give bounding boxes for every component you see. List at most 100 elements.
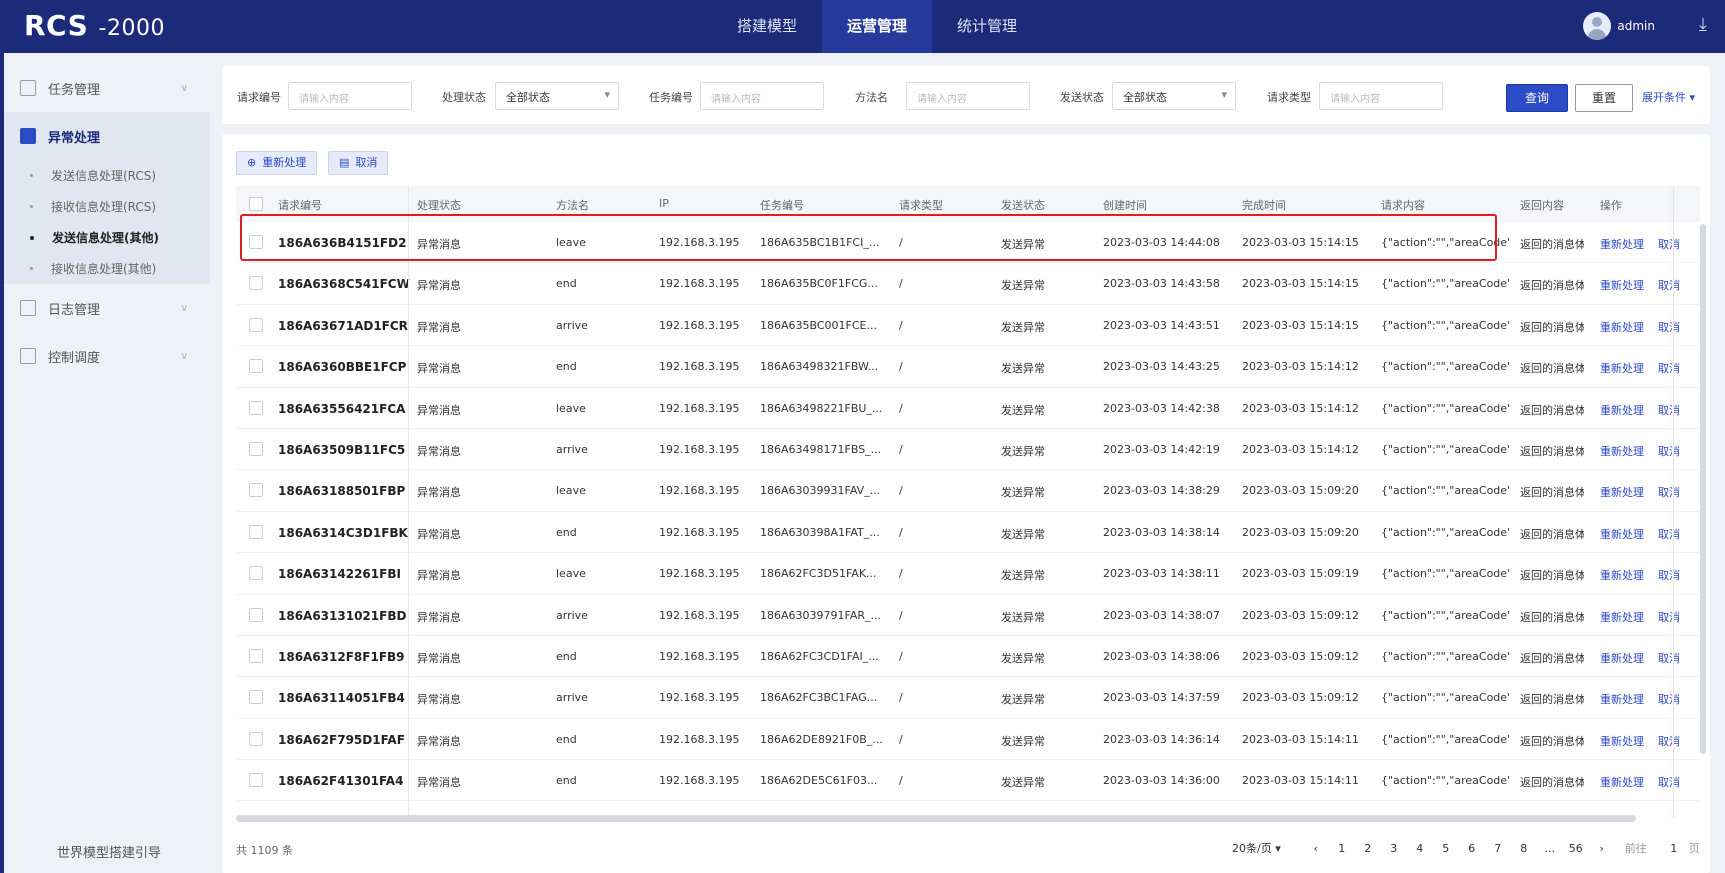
nav-tab-statistics[interactable]: 统计管理 — [932, 0, 1042, 53]
table-row[interactable]: 186A6312F8F1FB9 异常消息 end 192.168.3.195 186A6… — [236, 636, 1700, 678]
table-row[interactable]: 186A63671AD1FCR 异常消息 arrive 192.168.3.195 18… — [236, 305, 1700, 347]
task-no-input[interactable]: 请输入内容 — [700, 82, 824, 110]
row-reprocess-link[interactable]: 重新处理 — [1600, 650, 1644, 666]
row-checkbox[interactable] — [249, 566, 263, 581]
nav-tab-operations[interactable]: 运营管理 — [822, 0, 932, 53]
row-cancel-link[interactable]: 取消 — [1658, 236, 1680, 252]
row-reprocess-link[interactable]: 重新处理 — [1600, 402, 1644, 418]
row-cancel-link[interactable]: 取消 — [1658, 567, 1680, 583]
table-row[interactable]: 186A63131021FBD 异常消息 arrive 192.168.3.195 18… — [236, 595, 1700, 636]
row-cancel-link[interactable]: 取消 — [1658, 650, 1680, 666]
row-reprocess-link[interactable]: 重新处理 — [1600, 319, 1644, 335]
row-checkbox[interactable] — [249, 773, 263, 788]
row-cancel-link[interactable]: 取消 — [1658, 277, 1680, 293]
row-cancel-link[interactable]: 取消 — [1658, 691, 1680, 707]
col-finished-time[interactable]: 完成时间 — [1242, 197, 1286, 213]
table-row[interactable]: 186A6368C541FCW 异常消息 end 192.168.3.195 186A6… — [236, 263, 1700, 305]
page-5[interactable]: 5 — [1433, 842, 1459, 855]
col-send-status[interactable]: 发送状态 — [1001, 197, 1045, 213]
request-no-input[interactable]: 请输入内容 — [288, 82, 412, 110]
expand-filters-link[interactable]: 展开条件 ▾ — [1642, 89, 1695, 105]
batch-reprocess-button[interactable]: ⊕ 重新处理 — [236, 151, 318, 175]
table-row[interactable]: 186A63556421FCA 异常消息 leave 192.168.3.195 186… — [236, 388, 1700, 429]
batch-cancel-button[interactable]: ▤ 取消 — [328, 151, 389, 175]
row-reprocess-link[interactable]: 重新处理 — [1600, 774, 1644, 790]
row-cancel-link[interactable]: 取消 — [1658, 774, 1680, 790]
status-select[interactable]: 全部状态 — [495, 82, 619, 110]
table-row[interactable]: 186A6360BBE1FCP 异常消息 end 192.168.3.195 186A6… — [236, 346, 1700, 388]
page-4[interactable]: 4 — [1407, 842, 1433, 855]
sidebar-item-task-management[interactable]: 任务管理 ∨ — [4, 64, 210, 112]
col-request-no[interactable]: 请求编号 — [278, 197, 322, 213]
col-status[interactable]: 处理状态 — [417, 197, 461, 213]
goto-page-input[interactable]: 1 — [1659, 842, 1689, 855]
next-page-icon[interactable]: › — [1589, 842, 1615, 855]
row-reprocess-link[interactable]: 重新处理 — [1600, 733, 1644, 749]
page-size-select[interactable]: 20条/页 ▾ — [1232, 840, 1281, 856]
page-7[interactable]: 7 — [1485, 842, 1511, 855]
page-ellipsis[interactable]: ... — [1537, 842, 1563, 855]
select-all-checkbox[interactable] — [249, 197, 263, 211]
row-cancel-link[interactable]: 取消 — [1658, 402, 1680, 418]
row-cancel-link[interactable]: 取消 — [1658, 733, 1680, 749]
sidebar-subitem-receive-other[interactable]: 接收信息处理(其他) — [4, 253, 210, 284]
row-cancel-link[interactable]: 取消 — [1658, 526, 1680, 542]
row-checkbox[interactable] — [249, 441, 263, 456]
sidebar-subitem-receive-rcs[interactable]: 接收信息处理(RCS) — [4, 191, 210, 222]
sidebar-subitem-send-other[interactable]: 发送信息处理(其他) — [4, 222, 210, 253]
page-56[interactable]: 56 — [1563, 842, 1589, 855]
row-cancel-link[interactable]: 取消 — [1658, 319, 1680, 335]
method-input[interactable]: 请输入内容 — [906, 82, 1030, 110]
sidebar-item-log-management[interactable]: 日志管理 ∨ — [4, 284, 210, 332]
row-reprocess-link[interactable]: 重新处理 — [1600, 609, 1644, 625]
row-cancel-link[interactable]: 取消 — [1658, 443, 1680, 459]
row-reprocess-link[interactable]: 重新处理 — [1600, 236, 1644, 252]
col-response-content[interactable]: 返回内容 — [1520, 197, 1564, 213]
table-row[interactable]: 186A62F41301FA4 异常消息 end 192.168.3.195 186A6… — [236, 760, 1700, 802]
table-row[interactable]: 186A62F795D1FAF 异常消息 end 192.168.3.195 186A6… — [236, 719, 1700, 761]
col-task-no[interactable]: 任务编号 — [760, 197, 804, 213]
row-checkbox[interactable] — [249, 731, 263, 746]
row-checkbox[interactable] — [249, 648, 263, 663]
user-menu[interactable]: admin — [1583, 12, 1655, 40]
send-status-select[interactable]: 全部状态 — [1112, 82, 1236, 110]
page-1[interactable]: 1 — [1329, 842, 1355, 855]
page-8[interactable]: 8 — [1511, 842, 1537, 855]
sidebar-subitem-send-rcs[interactable]: 发送信息处理(RCS) — [4, 160, 210, 191]
table-row[interactable]: 186A6314C3D1FBK 异常消息 end 192.168.3.195 186A6… — [236, 512, 1700, 554]
row-checkbox[interactable] — [249, 359, 263, 374]
row-checkbox[interactable] — [249, 607, 263, 622]
download-icon[interactable]: ⤓ — [1699, 14, 1707, 35]
col-created-time[interactable]: 创建时间 — [1103, 197, 1147, 213]
row-reprocess-link[interactable]: 重新处理 — [1600, 360, 1644, 376]
row-reprocess-link[interactable]: 重新处理 — [1600, 567, 1644, 583]
vertical-scrollbar[interactable] — [1700, 224, 1706, 754]
table-row[interactable]: 186A63114051FB4 异常消息 arrive 192.168.3.195 18… — [236, 677, 1700, 719]
row-checkbox[interactable] — [249, 276, 263, 291]
row-checkbox[interactable] — [249, 400, 263, 415]
page-6[interactable]: 6 — [1459, 842, 1485, 855]
row-cancel-link[interactable]: 取消 — [1658, 484, 1680, 500]
table-row[interactable]: 186A63509B11FC5 异常消息 arrive 192.168.3.195 18… — [236, 429, 1700, 471]
row-reprocess-link[interactable]: 重新处理 — [1600, 691, 1644, 707]
row-reprocess-link[interactable]: 重新处理 — [1600, 443, 1644, 459]
row-checkbox[interactable] — [249, 317, 263, 332]
row-checkbox[interactable] — [249, 524, 263, 539]
horizontal-scrollbar[interactable] — [236, 815, 1636, 822]
col-ip[interactable]: IP — [659, 197, 669, 210]
row-checkbox[interactable] — [249, 690, 263, 705]
col-method[interactable]: 方法名 — [556, 197, 589, 213]
table-row[interactable]: 186A63188501FBP 异常消息 leave 192.168.3.195 186… — [236, 470, 1700, 512]
row-reprocess-link[interactable]: 重新处理 — [1600, 526, 1644, 542]
request-type-input[interactable]: 请输入内容 — [1319, 82, 1443, 110]
row-checkbox[interactable] — [249, 235, 263, 249]
page-3[interactable]: 3 — [1381, 842, 1407, 855]
col-request-content[interactable]: 请求内容 — [1381, 197, 1425, 213]
row-reprocess-link[interactable]: 重新处理 — [1600, 484, 1644, 500]
row-reprocess-link[interactable]: 重新处理 — [1600, 277, 1644, 293]
nav-tab-build-model[interactable]: 搭建模型 — [712, 0, 822, 53]
world-model-guide-link[interactable]: 世界模型搭建引导 — [4, 842, 214, 861]
row-checkbox[interactable] — [249, 483, 263, 498]
col-request-type[interactable]: 请求类型 — [899, 197, 943, 213]
table-row[interactable]: 186A636B4151FD2 异常消息 leave 192.168.3.195 186… — [236, 222, 1700, 264]
